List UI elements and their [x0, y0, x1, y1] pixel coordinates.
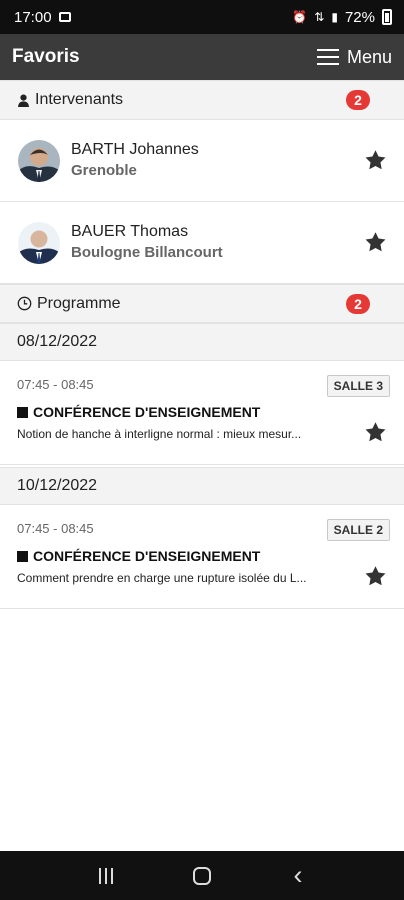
programme-header: Programme 2 — [0, 284, 404, 323]
recent-apps-icon — [99, 867, 113, 884]
person-row[interactable]: BAUER Thomas Boulogne Billancourt — [0, 202, 404, 284]
page-title: Favoris — [12, 46, 80, 67]
menu-button[interactable]: Menu — [316, 46, 392, 68]
programme-title: Programme — [37, 294, 121, 312]
programme-count-badge: 2 — [346, 293, 370, 314]
room-badge: SALLE 3 — [326, 375, 390, 397]
session-type: CONFÉRENCE D'ENSEIGNEMENT — [17, 404, 260, 420]
alarm-icon: ⏰ — [292, 10, 308, 24]
person-city: Grenoble — [71, 162, 137, 179]
person-text: BAUER Thomas Boulogne Billancourt — [71, 222, 363, 263]
battery-icon — [382, 9, 392, 25]
session-type-label: CONFÉRENCE D'ENSEIGNEMENT — [33, 404, 261, 420]
menu-label: Menu — [346, 46, 392, 67]
programme-title-wrap: Programme — [17, 295, 121, 313]
room-badge: SALLE 2 — [326, 519, 390, 541]
favorite-star-icon[interactable] — [363, 420, 388, 445]
intervenants-title-wrap: Intervenants — [17, 91, 123, 109]
session-item[interactable]: 07:45 - 08:45 SALLE 2 CONFÉRENCE D'ENSEI… — [0, 505, 404, 609]
session-type-square-icon — [17, 550, 28, 562]
back-button[interactable]: ‹ — [275, 856, 321, 896]
intervenants-title: Intervenants — [35, 91, 124, 108]
sync-icon: ⇅ — [314, 10, 325, 24]
android-nav-bar: ‹ — [0, 851, 404, 900]
session-type-square-icon — [17, 406, 28, 418]
session-type-label: CONFÉRENCE D'ENSEIGNEMENT — [33, 548, 261, 564]
favorite-star-icon[interactable] — [363, 230, 388, 255]
photo-icon — [58, 12, 71, 22]
home-icon — [193, 866, 211, 885]
person-city: Boulogne Billancourt — [71, 244, 223, 261]
session-item[interactable]: 07:45 - 08:45 SALLE 3 CONFÉRENCE D'ENSEI… — [0, 361, 404, 465]
avatar — [18, 221, 60, 264]
person-name: BAUER Thomas — [71, 223, 189, 240]
back-icon: ‹ — [293, 860, 303, 890]
recent-apps-button[interactable] — [83, 856, 129, 896]
status-right: ⏰ ⇅ ▮ 72% — [292, 9, 392, 26]
status-bar: 17:00 ⏰ ⇅ ▮ 72% — [0, 0, 404, 34]
signal-icon: ▮ — [331, 10, 338, 24]
intervenants-count-badge: 2 — [346, 90, 370, 110]
session-description: Comment prendre en charge une rupture is… — [17, 571, 307, 585]
intervenants-header: Intervenants 2 — [0, 80, 404, 120]
clock-icon — [17, 296, 32, 311]
date-header: 10/12/2022 — [0, 467, 404, 505]
session-time: 07:45 - 08:45 — [17, 377, 94, 392]
person-icon — [18, 94, 29, 107]
session-type: CONFÉRENCE D'ENSEIGNEMENT — [17, 548, 260, 564]
person-name: BARTH Johannes — [71, 141, 199, 158]
avatar — [18, 139, 60, 182]
session-description: Notion de hanche à interligne normal : m… — [17, 427, 302, 441]
status-left: 17:00 — [14, 9, 71, 26]
app-header: Favoris Menu — [0, 34, 404, 80]
hamburger-icon — [316, 49, 339, 65]
battery-percent: 72% — [344, 8, 375, 26]
date-header: 08/12/2022 — [0, 323, 404, 361]
home-button[interactable] — [179, 856, 225, 896]
person-row[interactable]: BARTH Johannes Grenoble — [0, 120, 404, 202]
favorite-star-icon[interactable] — [363, 148, 388, 173]
session-time: 07:45 - 08:45 — [17, 521, 94, 536]
favorite-star-icon[interactable] — [363, 564, 388, 589]
status-time: 17:00 — [14, 8, 52, 26]
person-text: BARTH Johannes Grenoble — [71, 140, 363, 181]
